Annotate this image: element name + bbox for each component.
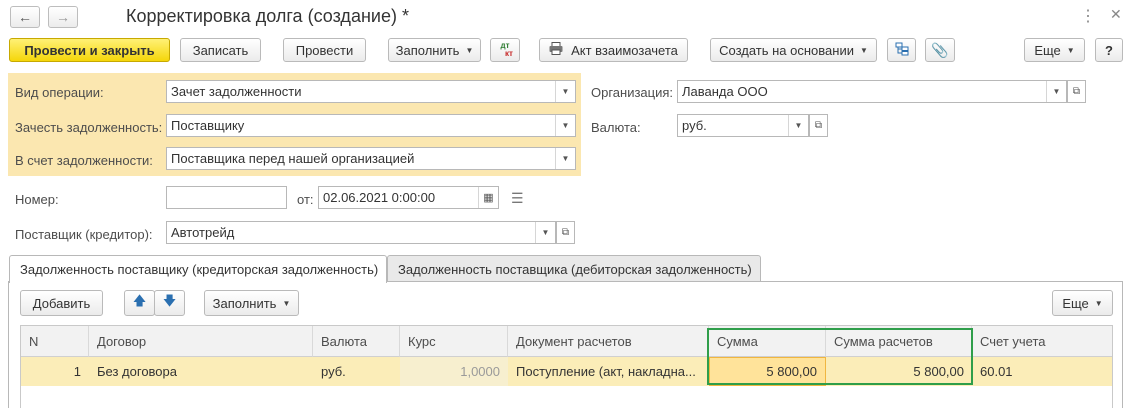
chevron-down-icon: ▼ bbox=[282, 298, 291, 308]
column-header-rate[interactable]: Курс bbox=[400, 326, 508, 357]
currency-value: руб. bbox=[682, 118, 707, 133]
date-label: от: bbox=[297, 192, 314, 207]
chevron-down-icon[interactable]: ▼ bbox=[555, 148, 575, 169]
column-header-currency[interactable]: Валюта bbox=[313, 326, 400, 357]
chevron-down-icon[interactable]: ▼ bbox=[555, 115, 575, 136]
cell-account[interactable]: 60.01 bbox=[972, 357, 1112, 386]
create-based-on-button[interactable]: Создать на основании ▼ bbox=[710, 38, 877, 62]
chevron-down-icon[interactable]: ▼ bbox=[535, 222, 555, 243]
supplier-value: Автотрейд bbox=[171, 225, 235, 240]
column-header-account[interactable]: Счет учета bbox=[972, 326, 1112, 357]
credit-icon: кт bbox=[505, 49, 513, 58]
debts-table: N Договор Валюта Курс Документ расчетов … bbox=[20, 325, 1113, 408]
post-and-close-button[interactable]: Провести и закрыть bbox=[9, 38, 170, 62]
chevron-down-icon: ▼ bbox=[465, 45, 474, 55]
more-actions-icon[interactable]: ⋮ bbox=[1080, 6, 1096, 26]
cell-sum[interactable]: 5 800,00 bbox=[709, 357, 826, 386]
open-currency-button[interactable]: ⧉ bbox=[809, 114, 828, 137]
chevron-down-icon[interactable]: ▼ bbox=[555, 81, 575, 102]
operation-type-select[interactable]: Зачет задолженности ▼ bbox=[166, 80, 576, 103]
chevron-down-icon[interactable]: ▼ bbox=[788, 115, 808, 136]
attach-button[interactable]: 📎 bbox=[925, 38, 955, 62]
column-header-n[interactable]: N bbox=[21, 326, 89, 357]
number-input[interactable] bbox=[166, 186, 287, 209]
column-header-sum[interactable]: Сумма bbox=[709, 326, 826, 357]
open-icon: ⧉ bbox=[1072, 86, 1081, 97]
offset-act-button[interactable]: Акт взаимозачета bbox=[539, 38, 688, 62]
arrow-right-icon: → bbox=[56, 9, 70, 25]
offset-debt-select[interactable]: Поставщику ▼ bbox=[166, 114, 576, 137]
table-fill-button[interactable]: Заполнить ▼ bbox=[204, 290, 299, 316]
chevron-down-icon: ▼ bbox=[1094, 298, 1103, 308]
chevron-down-icon: ▼ bbox=[859, 45, 868, 55]
open-icon: ⧉ bbox=[561, 227, 570, 238]
post-button[interactable]: Провести bbox=[283, 38, 366, 62]
against-debt-value: Поставщика перед нашей организацией bbox=[171, 151, 415, 166]
save-button[interactable]: Записать bbox=[180, 38, 261, 62]
table-more-button[interactable]: Еще ▼ bbox=[1052, 290, 1113, 316]
forward-button[interactable]: → bbox=[48, 6, 78, 28]
cell-currency[interactable]: руб. bbox=[313, 357, 400, 386]
page-title: Корректировка долга (создание) * bbox=[126, 6, 409, 26]
help-button[interactable]: ? bbox=[1095, 38, 1123, 62]
column-header-contract[interactable]: Договор bbox=[89, 326, 313, 357]
fill-button[interactable]: Заполнить ▼ bbox=[388, 38, 481, 62]
arrow-up-icon: 🡅 bbox=[132, 293, 147, 308]
tab-creditor-debt[interactable]: Задолженность поставщику (кредиторская з… bbox=[9, 255, 387, 283]
offset-act-label: Акт взаимозачета bbox=[571, 42, 678, 58]
organization-value: Лаванда ООО bbox=[682, 84, 768, 99]
move-up-button[interactable]: 🡅 bbox=[124, 290, 155, 316]
arrow-down-icon: 🡇 bbox=[162, 293, 177, 308]
currency-select[interactable]: руб. ▼ bbox=[677, 114, 809, 137]
more-button-label: Еще bbox=[1034, 42, 1061, 58]
offset-debt-label: Зачесть задолженность: bbox=[15, 120, 163, 135]
supplier-label: Поставщик (кредитор): bbox=[15, 227, 153, 242]
table-more-label: Еще bbox=[1062, 295, 1089, 311]
tab-debtor-debt[interactable]: Задолженность поставщика (дебиторская за… bbox=[387, 255, 761, 282]
open-supplier-button[interactable]: ⧉ bbox=[556, 221, 575, 244]
number-label: Номер: bbox=[15, 192, 59, 207]
table-fill-label: Заполнить bbox=[212, 295, 277, 311]
move-down-button[interactable]: 🡇 bbox=[154, 290, 185, 316]
against-debt-label: В счет задолженности: bbox=[15, 153, 153, 168]
hierarchy-icon bbox=[895, 42, 909, 59]
structure-button[interactable] bbox=[887, 38, 916, 62]
currency-label: Валюта: bbox=[591, 120, 641, 135]
column-header-document[interactable]: Документ расчетов bbox=[508, 326, 709, 357]
organization-label: Организация: bbox=[591, 85, 674, 100]
create-based-on-label: Создать на основании bbox=[719, 42, 854, 58]
arrow-left-icon: ← bbox=[18, 9, 32, 25]
open-organization-button[interactable]: ⧉ bbox=[1067, 80, 1086, 103]
calendar-icon[interactable]: ▦ bbox=[478, 187, 498, 208]
back-button[interactable]: ← bbox=[10, 6, 40, 28]
fill-button-label: Заполнить bbox=[395, 42, 460, 58]
close-icon[interactable]: ✕ bbox=[1110, 6, 1122, 23]
against-debt-select[interactable]: Поставщика перед нашей организацией ▼ bbox=[166, 147, 576, 170]
supplier-select[interactable]: Автотрейд ▼ bbox=[166, 221, 556, 244]
open-icon: ⧉ bbox=[814, 120, 823, 131]
date-value: 02.06.2021 0:00:00 bbox=[323, 190, 436, 205]
print-icon bbox=[549, 42, 563, 58]
chevron-down-icon: ▼ bbox=[1066, 45, 1075, 55]
list-icon[interactable]: ☰ bbox=[511, 190, 524, 207]
column-header-settlement-sum[interactable]: Сумма расчетов bbox=[826, 326, 972, 357]
cell-rate[interactable]: 1,0000 bbox=[400, 357, 508, 386]
paperclip-icon: 📎 bbox=[931, 41, 949, 58]
add-row-button[interactable]: Добавить bbox=[20, 290, 103, 316]
dt-kt-button[interactable]: дт кт bbox=[490, 38, 520, 62]
more-button[interactable]: Еще ▼ bbox=[1024, 38, 1085, 62]
organization-select[interactable]: Лаванда ООО ▼ bbox=[677, 80, 1067, 103]
cell-settlement-sum[interactable]: 5 800,00 bbox=[826, 357, 972, 386]
chevron-down-icon[interactable]: ▼ bbox=[1046, 81, 1066, 102]
operation-type-label: Вид операции: bbox=[15, 85, 104, 100]
date-input[interactable]: 02.06.2021 0:00:00 ▦ bbox=[318, 186, 499, 209]
operation-type-value: Зачет задолженности bbox=[171, 84, 302, 99]
cell-document[interactable]: Поступление (акт, накладна... bbox=[508, 357, 709, 386]
cell-n[interactable]: 1 bbox=[21, 357, 89, 386]
offset-debt-value: Поставщику bbox=[171, 118, 245, 133]
cell-contract[interactable]: Без договора bbox=[89, 357, 313, 386]
